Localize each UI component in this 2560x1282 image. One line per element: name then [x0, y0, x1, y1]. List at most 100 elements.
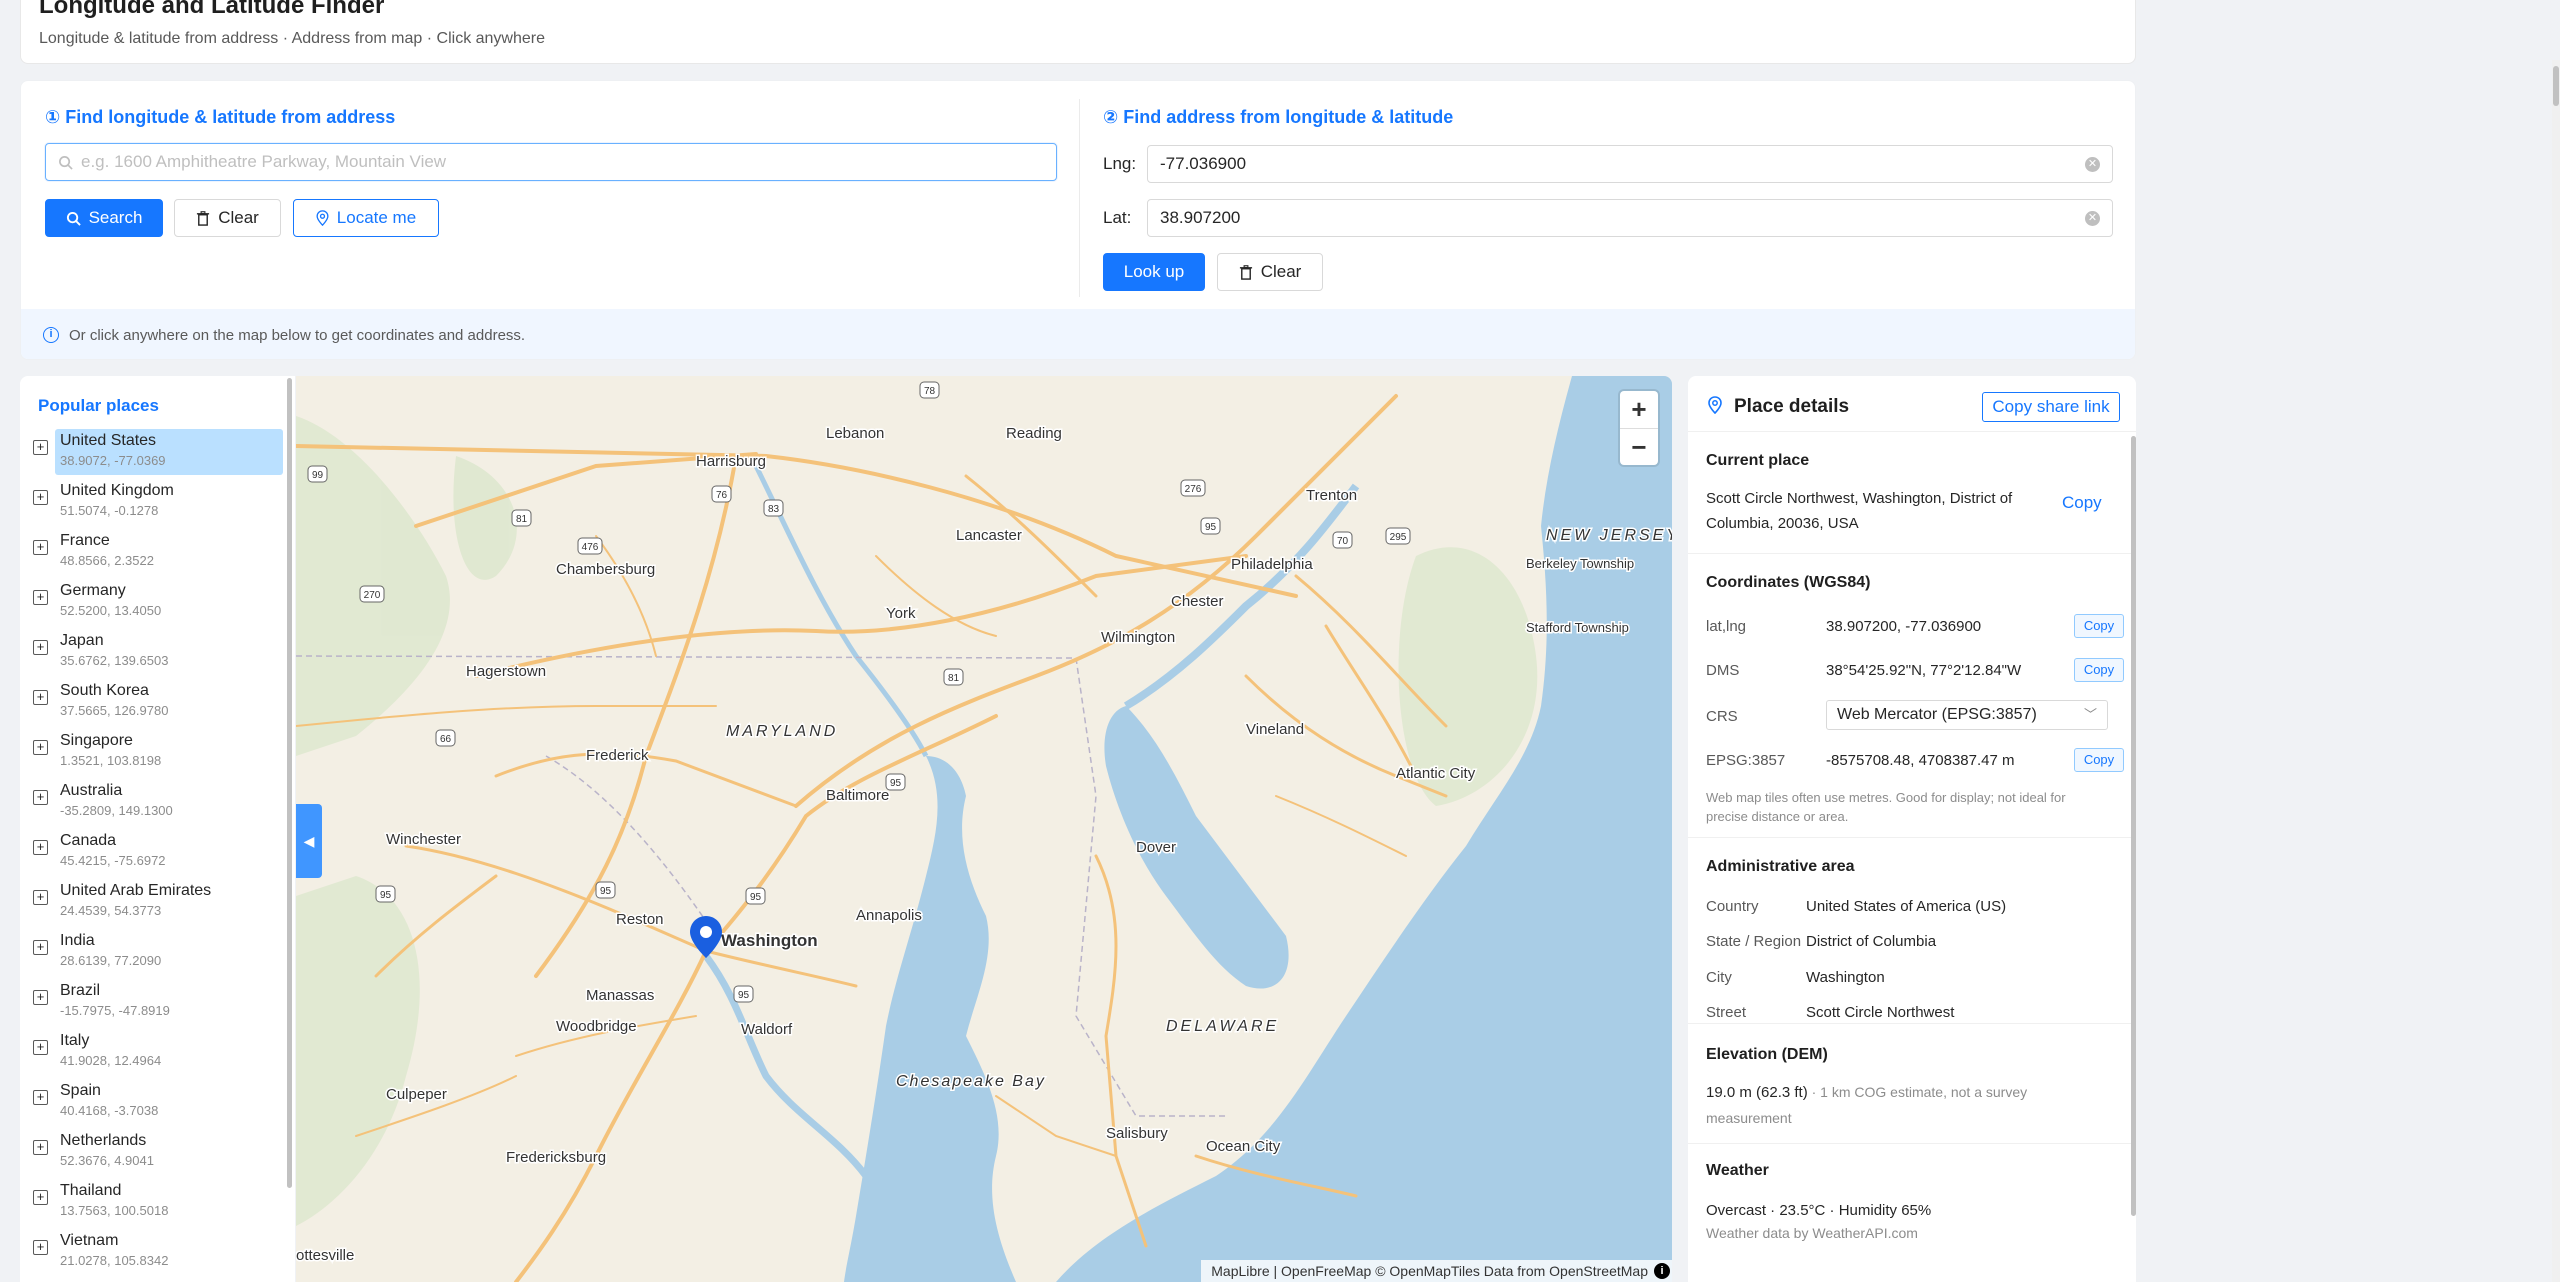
expand-icon[interactable]: + [33, 1190, 48, 1205]
place-item[interactable]: + United States 38.9072, -77.0369 [20, 429, 285, 479]
highway-number: 81 [516, 514, 528, 525]
expand-icon[interactable]: + [33, 990, 48, 1005]
address-input[interactable] [81, 152, 1044, 172]
lat-input-box[interactable]: ✕ [1147, 199, 2113, 237]
place-item[interactable]: + Vietnam 21.0278, 105.8342 [20, 1229, 285, 1279]
place-item-body[interactable]: Spain 40.4168, -3.7038 [55, 1079, 283, 1125]
page-scrollbar[interactable] [2552, 60, 2560, 1282]
place-item-body[interactable]: Singapore 1.3521, 103.8198 [55, 729, 283, 775]
highway-shield-icon: 78 [919, 381, 940, 399]
expand-icon[interactable]: + [33, 1090, 48, 1105]
place-item-body[interactable]: Japan 35.6762, 139.6503 [55, 629, 283, 675]
places-scrollbar[interactable] [287, 378, 292, 1188]
clear-lng-icon[interactable]: ✕ [2085, 156, 2100, 172]
search-button[interactable]: Search [45, 199, 163, 237]
place-item[interactable]: + Australia -35.2809, 149.1300 [20, 779, 285, 829]
place-item-body[interactable]: Vietnam 21.0278, 105.8342 [55, 1229, 283, 1275]
place-item[interactable]: + Japan 35.6762, 139.6503 [20, 629, 285, 679]
place-name: Netherlands [60, 1132, 147, 1149]
place-name: Canada [60, 832, 117, 849]
details-scrollbar[interactable] [2131, 436, 2136, 1216]
place-item-body[interactable]: Canada 45.4215, -75.6972 [55, 829, 283, 875]
clear-address-button[interactable]: Clear [174, 199, 281, 237]
current-address-line-2: Columbia, 20036, USA [1706, 515, 1859, 532]
expand-icon[interactable]: + [33, 540, 48, 555]
zoom-in-button[interactable]: + [1620, 391, 1658, 428]
place-item[interactable]: + Netherlands 52.3676, 4.9041 [20, 1129, 285, 1179]
map-attribution-text: MapLibre | OpenFreeMap © OpenMapTiles Da… [1211, 1263, 1648, 1279]
lng-input[interactable] [1160, 154, 2085, 174]
expand-icon[interactable]: + [33, 590, 48, 605]
copy-address-button[interactable]: Copy [2062, 493, 2102, 513]
dms-value: 38°54'25.92"N, 77°2'12.84"W [1826, 662, 2022, 679]
place-name: Italy [60, 1032, 90, 1049]
place-item[interactable]: + Brazil -15.7975, -47.8919 [20, 979, 285, 1029]
page-scrollbar-thumb[interactable] [2553, 66, 2559, 106]
place-item-body[interactable]: France 48.8566, 2.3522 [55, 529, 283, 575]
street-value: Scott Circle Northwest [1806, 1004, 1955, 1021]
map-city-label: Annapolis [856, 907, 922, 924]
copy-share-link-button[interactable]: Copy share link [1982, 392, 2120, 422]
map-view[interactable]: Harrisburg Lebanon Reading Trenton Chambersb… [296, 376, 1672, 1282]
place-item-body[interactable]: South Korea 37.5665, 126.9780 [55, 679, 283, 725]
expand-icon[interactable]: + [33, 790, 48, 805]
copy-latlng-button[interactable]: Copy [2074, 614, 2124, 638]
place-item-body[interactable]: Thailand 13.7563, 100.5018 [55, 1179, 283, 1225]
place-item[interactable]: + Italy 41.9028, 12.4964 [20, 1029, 285, 1079]
place-item[interactable]: + United Arab Emirates 24.4539, 54.3773 [20, 879, 285, 929]
place-item-body[interactable]: India 28.6139, 77.2090 [55, 929, 283, 975]
crs-select[interactable]: Web Mercator (EPSG:3857) ﹀ [1826, 700, 2108, 730]
expand-icon[interactable]: + [33, 740, 48, 755]
lng-input-box[interactable]: ✕ [1147, 145, 2113, 183]
place-item[interactable]: + United Kingdom 51.5074, -0.1278 [20, 479, 285, 529]
place-item[interactable]: + South Korea 37.5665, 126.9780 [20, 679, 285, 729]
highway-number: 66 [440, 734, 452, 745]
expand-icon[interactable]: + [33, 640, 48, 655]
place-item-body[interactable]: Brazil -15.7975, -47.8919 [55, 979, 283, 1025]
info-icon[interactable]: i [1654, 1263, 1670, 1279]
search-icon [66, 211, 81, 226]
place-item[interactable]: + Thailand 13.7563, 100.5018 [20, 1179, 285, 1229]
place-item-body[interactable]: United Kingdom 51.5074, -0.1278 [55, 479, 283, 525]
zoom-out-button[interactable]: − [1620, 429, 1658, 466]
weather-title: Weather [1706, 1162, 1769, 1179]
place-item-body[interactable]: United States 38.9072, -77.0369 [55, 429, 283, 475]
country-value: United States of America (US) [1806, 898, 2007, 915]
place-item[interactable]: + India 28.6139, 77.2090 [20, 929, 285, 979]
clear-coords-button[interactable]: Clear [1217, 253, 1323, 291]
map-city-label: Lebanon [826, 425, 884, 442]
place-item[interactable]: + Germany 52.5200, 13.4050 [20, 579, 285, 629]
place-item[interactable]: + Singapore 1.3521, 103.8198 [20, 729, 285, 779]
place-item-body[interactable]: Italy 41.9028, 12.4964 [55, 1029, 283, 1075]
place-name: India [60, 932, 95, 949]
location-pin-icon [316, 210, 329, 226]
place-item[interactable]: + Canada 45.4215, -75.6972 [20, 829, 285, 879]
place-item-body[interactable]: Australia -35.2809, 149.1300 [55, 779, 283, 825]
expand-icon[interactable]: + [33, 840, 48, 855]
place-item-body[interactable]: Netherlands 52.3676, 4.9041 [55, 1129, 283, 1175]
look-up-button[interactable]: Look up [1103, 253, 1205, 291]
lat-input[interactable] [1160, 208, 2085, 228]
expand-icon[interactable]: + [33, 1240, 48, 1255]
map-city-label: Reading [1006, 425, 1062, 442]
copy-epsg-button[interactable]: Copy [2074, 748, 2124, 772]
place-item[interactable]: + Spain 40.4168, -3.7038 [20, 1079, 285, 1129]
location-marker-icon[interactable] [690, 916, 722, 958]
place-item[interactable]: + France 48.8566, 2.3522 [20, 529, 285, 579]
place-coords: -15.7975, -47.8919 [60, 1003, 170, 1018]
expand-icon[interactable]: + [33, 1040, 48, 1055]
clear-lat-icon[interactable]: ✕ [2085, 210, 2100, 226]
place-item-body[interactable]: United Arab Emirates 24.4539, 54.3773 [55, 879, 283, 925]
address-input-box[interactable] [45, 143, 1057, 181]
expand-icon[interactable]: + [33, 490, 48, 505]
expand-icon[interactable]: + [33, 440, 48, 455]
map-canvas[interactable]: Harrisburg Lebanon Reading Trenton Chambersb… [296, 376, 1672, 1282]
expand-icon[interactable]: + [33, 690, 48, 705]
place-item-body[interactable]: Germany 52.5200, 13.4050 [55, 579, 283, 625]
expand-icon[interactable]: + [33, 1140, 48, 1155]
copy-dms-button[interactable]: Copy [2074, 658, 2124, 682]
locate-me-button[interactable]: Locate me [293, 199, 439, 237]
expand-icon[interactable]: + [33, 890, 48, 905]
expand-icon[interactable]: + [33, 940, 48, 955]
collapse-sidebar-button[interactable]: ◀ [296, 804, 322, 878]
